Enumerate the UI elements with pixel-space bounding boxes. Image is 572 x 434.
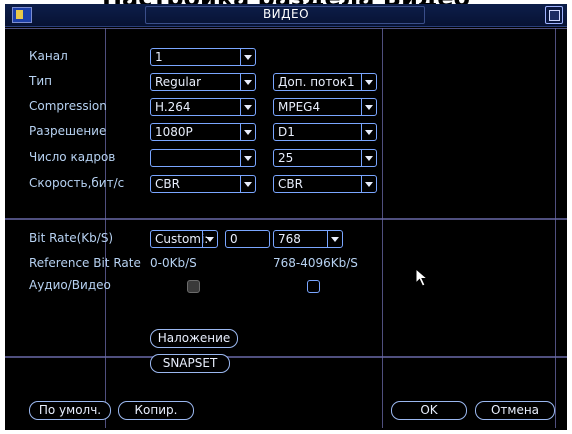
main-bit-rate-input[interactable]: 0 (225, 230, 270, 248)
main-audio-video-checkbox[interactable] (187, 280, 200, 293)
main-resolution-value: 1080P (155, 125, 193, 139)
extra-audio-video-checkbox[interactable] (307, 280, 320, 293)
video-settings-window: ВИДЕО Канал Тип Compression Разрешение Ч… (5, 4, 567, 430)
extra-type-value: Доп. поток1 (278, 75, 355, 89)
extra-compression-value: MPEG4 (278, 100, 321, 114)
main-compression-select[interactable]: H.264 (150, 98, 256, 116)
chevron-down-icon (327, 231, 342, 247)
extra-compression-select[interactable]: MPEG4 (273, 98, 377, 116)
extra-bit-rate-select[interactable]: 768 (273, 230, 343, 248)
chevron-down-icon (240, 124, 255, 140)
main-frame-rate-select[interactable] (150, 149, 256, 167)
main-compression-value: H.264 (155, 100, 191, 114)
ok-button[interactable]: OK (391, 401, 467, 420)
window-title: ВИДЕО (262, 7, 310, 21)
type-label: Тип (29, 74, 52, 88)
compression-label: Compression (29, 99, 107, 113)
chevron-down-icon (240, 49, 255, 65)
main-resolution-select[interactable]: 1080P (150, 123, 256, 141)
chevron-down-icon (361, 176, 376, 192)
main-type-value: Regular (155, 75, 202, 89)
chevron-down-icon (240, 150, 255, 166)
frame-rate-label: Число кадров (29, 150, 116, 164)
snapset-button[interactable]: SNAPSET (150, 354, 230, 373)
chevron-down-icon (361, 124, 376, 140)
chevron-down-icon (240, 176, 255, 192)
chevron-down-icon (240, 74, 255, 90)
section-divider (5, 218, 567, 220)
section-divider (5, 356, 567, 358)
extra-resolution-value: D1 (278, 125, 295, 139)
bitrate-type-label: Скорость,бит/с (29, 176, 125, 190)
main-bitrate-type-select[interactable]: CBR (150, 175, 256, 193)
main-type-select[interactable]: Regular (150, 73, 256, 91)
resolution-label: Разрешение (29, 124, 107, 138)
overlay-button[interactable]: Наложение (150, 329, 238, 348)
extra-type-select[interactable]: Доп. поток1 (273, 73, 377, 91)
extra-frame-rate-select[interactable]: 25 (273, 149, 377, 167)
channel-label: Канал (29, 49, 68, 63)
mouse-pointer-icon (415, 268, 429, 287)
bit-rate-mode-select[interactable]: Customi: (150, 230, 218, 248)
audio-video-label: Аудио/Видео (29, 278, 111, 292)
chevron-down-icon (202, 231, 217, 247)
default-button[interactable]: По умолч. (29, 401, 111, 420)
channel-value: 1 (155, 50, 163, 64)
bit-rate-mode-value: Customi: (155, 232, 209, 246)
extra-bitrate-type-value: CBR (278, 177, 303, 191)
chevron-down-icon (240, 99, 255, 115)
main-reference-bit-rate: 0-0Kb/S (150, 256, 197, 270)
cancel-button[interactable]: Отмена (475, 401, 555, 420)
copy-button[interactable]: Копир. (118, 401, 194, 420)
channel-select[interactable]: 1 (150, 48, 256, 66)
chevron-down-icon (361, 150, 376, 166)
frame-line (382, 28, 383, 428)
extra-resolution-select[interactable]: D1 (273, 123, 377, 141)
extra-bitrate-type-select[interactable]: CBR (273, 175, 377, 193)
extra-frame-rate-value: 25 (278, 151, 294, 165)
frame-line (5, 28, 567, 29)
extra-bit-rate-value: 768 (278, 232, 301, 246)
bit-rate-label: Bit Rate(Kb/S) (29, 231, 114, 245)
chevron-down-icon (361, 99, 376, 115)
frame-line (555, 28, 556, 428)
extra-reference-bit-rate: 768-4096Kb/S (273, 256, 358, 270)
title-bar: ВИДЕО (5, 4, 567, 27)
close-icon[interactable] (545, 6, 563, 24)
reference-bit-rate-label: Reference Bit Rate (29, 256, 141, 270)
chevron-down-icon (361, 74, 376, 90)
frame-line (105, 28, 106, 428)
main-bitrate-type-value: CBR (155, 177, 180, 191)
